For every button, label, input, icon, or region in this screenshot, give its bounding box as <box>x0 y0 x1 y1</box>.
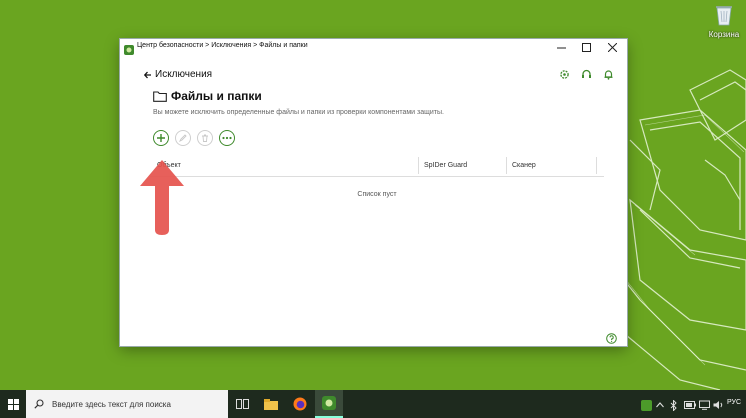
back-label: Исключения <box>155 69 213 80</box>
battery-icon <box>684 401 696 409</box>
dr-web-icon <box>124 42 134 60</box>
back-link[interactable]: Исключения <box>144 69 212 80</box>
minimize-icon <box>556 47 566 48</box>
table-header: Объект SpIDer Guard Сканер <box>150 154 604 177</box>
gear-icon <box>559 69 569 79</box>
column-divider[interactable] <box>418 157 419 174</box>
firefox-icon <box>293 397 307 411</box>
search-placeholder: Введите здесь текст для поиска <box>52 399 171 409</box>
page-header: Файлы и папки <box>153 89 262 103</box>
header-toolbar <box>558 68 614 80</box>
add-button[interactable] <box>153 130 169 146</box>
exclusions-table: Объект SpIDer Guard Сканер Список пуст <box>150 154 604 198</box>
maximize-icon <box>581 42 591 52</box>
folder-icon <box>264 398 278 410</box>
more-button[interactable] <box>219 130 235 146</box>
tray-dr-web[interactable] <box>641 399 652 411</box>
empty-list-message: Список пуст <box>357 191 397 198</box>
bell-icon <box>604 69 612 80</box>
pencil-icon <box>179 134 187 142</box>
recycle-bin-label: Корзина <box>708 30 740 39</box>
file-explorer-button[interactable] <box>257 390 285 418</box>
delete-button[interactable] <box>197 130 213 146</box>
edit-button[interactable] <box>175 130 191 146</box>
column-header-spider-guard[interactable]: SpIDer Guard <box>424 162 467 169</box>
firefox-button[interactable] <box>286 390 314 418</box>
tray-bluetooth[interactable] <box>670 399 677 411</box>
dr-web-tray-icon <box>641 399 652 411</box>
recycle-bin-icon <box>716 6 732 26</box>
more-dots-icon <box>222 136 232 140</box>
page-description: Вы можете исключить определенные файлы и… <box>153 109 444 116</box>
page-title: Файлы и папки <box>171 89 262 103</box>
dr-web-taskbar-button[interactable] <box>315 390 343 418</box>
help-button[interactable] <box>606 331 617 349</box>
input-language-indicator[interactable]: РУС <box>727 399 741 406</box>
task-view-icon <box>235 399 249 409</box>
help-icon <box>606 333 617 344</box>
windows-logo-icon <box>7 398 19 410</box>
column-divider[interactable] <box>506 157 507 174</box>
action-buttons <box>153 130 235 146</box>
recycle-bin[interactable]: Корзина <box>706 2 742 39</box>
tray-volume[interactable] <box>713 399 724 411</box>
close-icon <box>607 42 617 52</box>
network-icon <box>699 400 710 410</box>
speaker-icon <box>713 401 723 409</box>
red-pointer-arrow-icon <box>140 160 184 235</box>
security-center-window: Центр безопасности > Исключения > Файлы … <box>120 39 627 346</box>
start-button[interactable] <box>0 390 26 418</box>
dr-web-icon <box>322 396 336 410</box>
support-button[interactable] <box>580 68 592 80</box>
column-divider[interactable] <box>596 157 597 174</box>
maximize-button[interactable] <box>575 39 597 55</box>
notifications-button[interactable] <box>602 68 614 80</box>
tray-chevron[interactable] <box>656 399 664 411</box>
folder-icon <box>153 90 167 102</box>
title-bar[interactable]: Центр безопасности > Исключения > Файлы … <box>120 39 627 55</box>
chevron-up-icon <box>656 402 664 408</box>
column-header-scanner[interactable]: Сканер <box>512 162 536 169</box>
taskbar: Введите здесь текст для поиска РУС <box>0 390 746 418</box>
taskbar-search[interactable]: Введите здесь текст для поиска <box>26 390 228 418</box>
minimize-button[interactable] <box>550 39 572 55</box>
plus-icon <box>157 134 165 142</box>
trash-icon <box>202 134 208 142</box>
settings-button[interactable] <box>558 68 570 80</box>
bluetooth-icon <box>670 399 677 411</box>
window-title: Центр безопасности > Исключения > Файлы … <box>137 42 308 49</box>
tray-network[interactable] <box>699 399 710 411</box>
task-view-button[interactable] <box>228 390 256 418</box>
search-icon <box>34 399 44 409</box>
close-button[interactable] <box>601 39 623 55</box>
tray-battery[interactable] <box>684 399 696 411</box>
headset-icon <box>581 69 591 78</box>
arrow-left-icon <box>144 71 151 78</box>
